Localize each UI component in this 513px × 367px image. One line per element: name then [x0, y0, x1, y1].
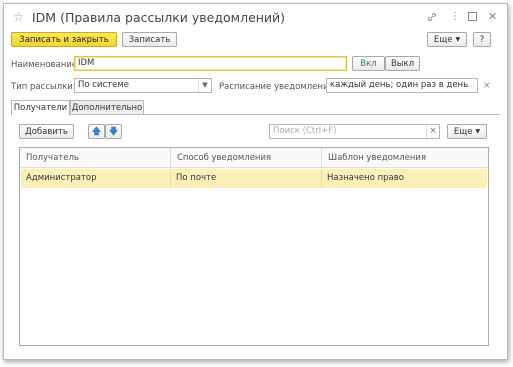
cell-method: По почте	[176, 173, 217, 183]
table-row[interactable]: Администратор По почте Назначено право	[21, 169, 487, 188]
cell-template: Назначено право	[327, 173, 404, 183]
form-window: ☆ IDM (Правила рассылки уведомлений) ⋮ ✕…	[3, 3, 508, 360]
search-placeholder: Поиск (Ctrl+F)	[273, 126, 337, 136]
clear-icon[interactable]: ×	[483, 81, 491, 91]
off-toggle[interactable]: Выкл	[385, 56, 420, 71]
name-label: Наименование:	[11, 60, 80, 70]
clear-search-icon[interactable]: ×	[426, 125, 439, 138]
search-input[interactable]: Поиск (Ctrl+F) ×	[269, 124, 440, 139]
arrow-down-icon: 🡇	[108, 126, 119, 137]
name-field[interactable]: IDM	[74, 56, 347, 71]
recipients-more-label: Еще	[453, 126, 473, 137]
save-button[interactable]: Записать	[122, 32, 177, 47]
chevron-down-icon: ▼	[475, 128, 481, 135]
recipients-more-button[interactable]: Еще ▼	[447, 124, 487, 139]
move-up-button[interactable]: 🡅	[88, 124, 105, 139]
add-button[interactable]: Добавить	[19, 124, 74, 139]
mailing-type-label: Тип рассылки:	[11, 82, 76, 92]
more-button[interactable]: Еще ▼	[427, 32, 467, 47]
ellipsis-icon[interactable]: …	[465, 79, 477, 92]
chevron-down-icon: ▼	[455, 36, 461, 43]
cell-recipient: Администратор	[26, 173, 97, 183]
on-toggle[interactable]: Вкл	[352, 56, 385, 71]
save-and-close-button[interactable]: Записать и закрыть	[11, 32, 117, 47]
column-header-method[interactable]: Способ уведомления	[171, 148, 321, 168]
link-icon[interactable]	[427, 12, 437, 25]
arrow-up-icon: 🡅	[91, 126, 102, 137]
close-icon[interactable]: ✕	[488, 11, 497, 22]
mailing-type-select[interactable]: По системе ▼	[74, 78, 212, 93]
help-button[interactable]: ?	[473, 32, 491, 47]
more-vert-icon[interactable]: ⋮	[450, 12, 460, 22]
recipients-table[interactable]: Получатель Способ уведомления Шаблон уве…	[19, 147, 489, 346]
active-tab-gap	[12, 114, 69, 115]
column-header-recipient[interactable]: Получатель	[20, 148, 170, 168]
maximize-icon[interactable]	[468, 12, 477, 24]
move-down-button[interactable]: 🡇	[105, 124, 122, 139]
schedule-value: каждый день; один раз в день	[330, 80, 469, 90]
window-title: IDM (Правила рассылки уведомлений)	[32, 10, 286, 25]
chevron-down-icon[interactable]: ▼	[198, 79, 211, 92]
schedule-field[interactable]: каждый день; один раз в день …	[326, 78, 478, 93]
more-label: Еще	[433, 34, 453, 45]
column-header-template[interactable]: Шаблон уведомления	[322, 148, 488, 168]
mailing-type-value: По системе	[78, 80, 129, 90]
schedule-label: Расписание уведомлений:	[219, 82, 337, 92]
star-icon[interactable]: ☆	[13, 10, 24, 24]
tab-divider	[11, 114, 500, 115]
tab-recipients[interactable]: Получатели	[11, 100, 70, 115]
tab-additional[interactable]: Дополнительно	[70, 100, 144, 114]
